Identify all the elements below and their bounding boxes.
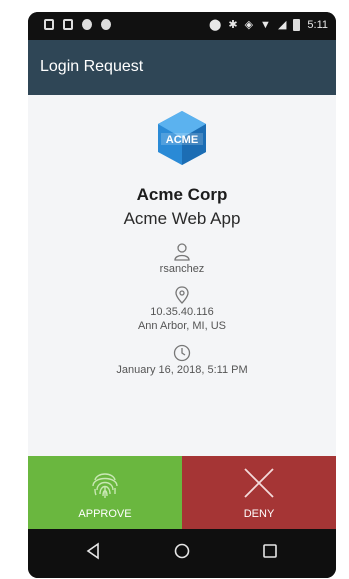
bluetooth-icon: ✱ bbox=[228, 19, 238, 31]
status-bar: ⬤ ✱ ◈ ▼ ◢ 5:11 bbox=[28, 12, 336, 40]
wifi-icon: ▼ bbox=[260, 19, 271, 31]
location: Ann Arbor, MI, US bbox=[137, 320, 227, 332]
app-header: Login Request bbox=[28, 40, 336, 95]
action-bar: APPROVE DENY bbox=[28, 456, 336, 529]
approve-button[interactable]: APPROVE bbox=[28, 456, 182, 529]
system-icons: ⬤ ✱ ◈ ▼ ◢ 5:11 bbox=[209, 18, 328, 32]
navigation-bar bbox=[28, 529, 336, 578]
acme-logo: ACME bbox=[158, 111, 206, 165]
recent-apps-icon[interactable] bbox=[258, 539, 282, 563]
clock: 5:11 bbox=[307, 19, 328, 31]
approve-label: APPROVE bbox=[78, 508, 132, 520]
timestamp: January 16, 2018, 5:11 PM bbox=[116, 364, 248, 376]
screenshot-frame: ⬤ ✱ ◈ ▼ ◢ 5:11 Login Request ACME Acme C… bbox=[0, 0, 349, 579]
ip-address: 10.35.40.116 bbox=[150, 306, 214, 318]
image-icon bbox=[44, 19, 54, 30]
battery-icon bbox=[293, 19, 301, 31]
vibrate-icon: ◈ bbox=[244, 19, 254, 31]
page-title: Login Request bbox=[40, 58, 144, 75]
clock-icon bbox=[173, 344, 191, 362]
sim-icon bbox=[63, 19, 73, 30]
request-details: ACME Acme Corp Acme Web App rsanchez 10.… bbox=[28, 95, 336, 456]
close-icon bbox=[244, 468, 274, 498]
back-icon[interactable] bbox=[81, 539, 105, 563]
app-icon bbox=[82, 19, 92, 30]
deny-button[interactable]: DENY bbox=[182, 456, 336, 529]
home-icon[interactable] bbox=[170, 539, 194, 563]
deny-label: DENY bbox=[243, 508, 275, 520]
logo-text: ACME bbox=[166, 134, 198, 146]
application-name: Acme Web App bbox=[123, 209, 241, 228]
fingerprint-icon bbox=[92, 473, 118, 498]
location-pin-icon bbox=[175, 286, 189, 304]
notification-icons bbox=[44, 19, 111, 30]
phone-screen: ⬤ ✱ ◈ ▼ ◢ 5:11 Login Request ACME Acme C… bbox=[28, 12, 336, 578]
organization-name: Acme Corp bbox=[136, 185, 228, 204]
username: rsanchez bbox=[159, 263, 205, 275]
notification-icon bbox=[101, 19, 111, 30]
signal-icon: ◢ bbox=[277, 19, 287, 31]
location-icon: ⬤ bbox=[209, 19, 222, 31]
user-icon bbox=[174, 243, 190, 261]
